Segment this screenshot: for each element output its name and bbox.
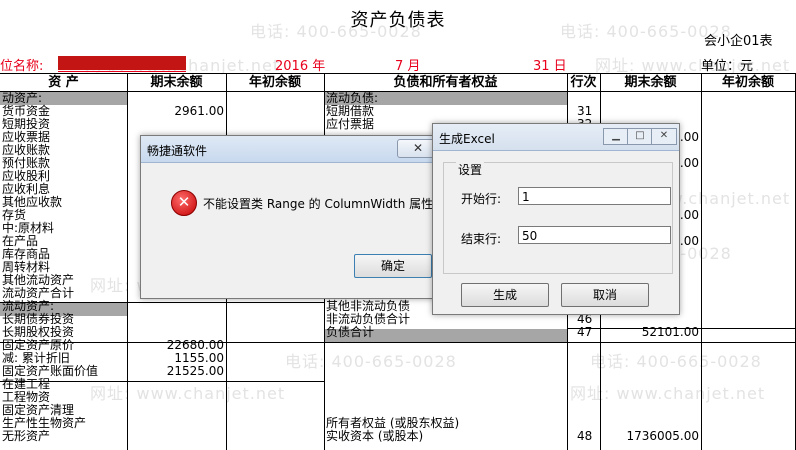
liability-row-line: 48 xyxy=(577,429,593,443)
generate-excel-dialog: 生成Excel ▁ □ ✕ 设置 开始行: 1 结束行: 50 生成 取消 xyxy=(432,123,680,315)
company-name-redacted xyxy=(58,56,186,70)
liability-row-line xyxy=(577,378,599,391)
asset-row-end-value xyxy=(128,404,224,417)
start-row-input[interactable]: 1 xyxy=(518,187,671,205)
liability-row-partial-value xyxy=(601,365,699,378)
liability-row-partial-value xyxy=(601,378,699,391)
header-liabilities: 负债和所有者权益 xyxy=(324,73,568,92)
asset-row-end-value xyxy=(128,391,224,404)
asset-row-label: 无形资产 xyxy=(2,429,51,443)
report-title: 资产负债表 xyxy=(350,10,446,31)
company-label: 位名称: xyxy=(0,59,44,74)
liability-row-partial-value xyxy=(601,352,699,365)
liability-row-partial-value xyxy=(601,404,699,417)
asset-row-end-value xyxy=(128,313,224,326)
cancel-button[interactable]: 取消 xyxy=(561,283,649,307)
settings-group: 设置 xyxy=(443,161,673,274)
liability-row-line xyxy=(577,404,599,417)
error-dialog-title: 畅捷通软件 xyxy=(147,144,208,158)
liability-row-partial-value xyxy=(601,430,699,443)
liability-row-partial-value xyxy=(601,92,699,105)
start-row-label: 开始行: xyxy=(461,192,502,206)
header-end-balance-2: 期末余额 xyxy=(600,73,702,92)
error-icon: ✕ xyxy=(171,190,197,216)
header-begin-balance: 年初余额 xyxy=(226,73,325,92)
liability-row-line: 47 xyxy=(577,325,593,339)
liability-row-label xyxy=(326,391,566,404)
excel-dialog-titlebar[interactable]: 生成Excel ▁ □ ✕ xyxy=(433,124,679,151)
report-code: 会小企01表 xyxy=(704,34,773,49)
liability-row-line xyxy=(577,339,599,352)
report-month: 7 月 xyxy=(395,59,421,74)
liability-row-label: 实收资本 (或股本) xyxy=(326,429,424,443)
asset-row-end-value xyxy=(128,430,224,443)
minimize-icon[interactable]: ▁ xyxy=(603,128,629,145)
asset-row-end-value xyxy=(128,378,224,391)
liability-row-label xyxy=(326,352,566,365)
asset-row-end-value xyxy=(128,300,224,313)
liability-row-line xyxy=(577,365,599,378)
liability-row-partial-value xyxy=(601,105,699,118)
liability-row-partial-value xyxy=(601,339,699,352)
liability-row-partial-value xyxy=(601,326,699,339)
error-message: 不能设置类 Range 的 ColumnWidth 属性 xyxy=(203,197,434,211)
asset-row-end-value xyxy=(128,118,224,131)
close-icon[interactable]: ✕ xyxy=(651,128,677,145)
generate-button[interactable]: 生成 xyxy=(461,283,549,307)
ok-button[interactable]: 确定 xyxy=(354,254,432,278)
liability-row-label xyxy=(326,378,566,391)
header-end-balance: 期末余额 xyxy=(127,73,227,92)
liability-row-line xyxy=(577,352,599,365)
report-day: 31 日 xyxy=(533,59,567,74)
header-begin-balance-2: 年初余额 xyxy=(701,73,796,92)
maximize-icon[interactable]: □ xyxy=(627,128,653,145)
asset-row-end-value xyxy=(128,417,224,430)
liability-row-label: 负债合计 xyxy=(326,325,375,339)
liability-row-label xyxy=(326,339,566,352)
header-asset: 资 产 xyxy=(0,73,128,92)
unit-label: 单位：元 xyxy=(701,59,754,74)
header-line: 行次 xyxy=(567,73,601,92)
end-row-input[interactable]: 50 xyxy=(518,226,671,244)
liability-row-line xyxy=(577,391,599,404)
liability-row-label xyxy=(326,365,566,378)
excel-dialog-title: 生成Excel xyxy=(439,132,495,146)
end-row-label: 结束行: xyxy=(461,232,502,246)
asset-row-end-value: 2961.00 xyxy=(174,104,224,118)
error-dialog-titlebar[interactable]: 畅捷通软件 ✕ xyxy=(141,136,439,163)
liability-row-partial-value xyxy=(601,391,699,404)
error-dialog: 畅捷通软件 ✕ ✕ 不能设置类 Range 的 ColumnWidth 属性 确… xyxy=(140,135,440,299)
settings-group-label: 设置 xyxy=(456,161,485,178)
asset-row-end-value: 21525.00 xyxy=(166,364,224,378)
report-year: 2016 年 xyxy=(275,59,326,74)
